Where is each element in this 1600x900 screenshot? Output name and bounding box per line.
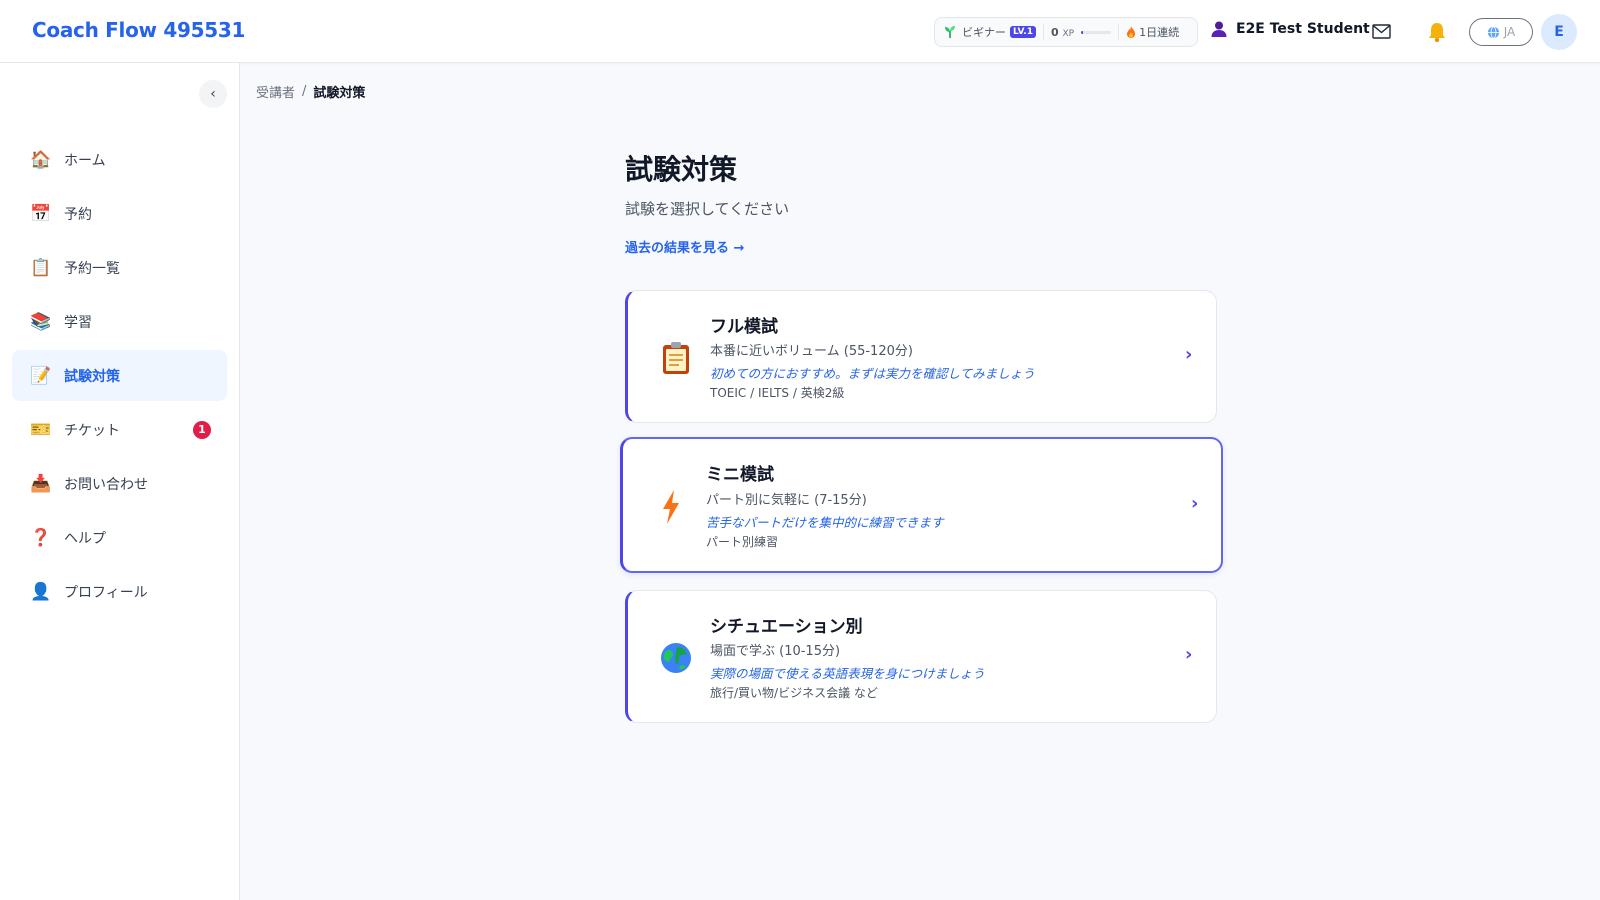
sidebar-item-4[interactable]: 📝 試験対策 [12,350,227,401]
sidebar-item-label: 学習 [64,314,92,331]
lightning-icon [654,490,688,524]
books-icon: 📚 [30,311,52,332]
notification-badge: 1 [193,420,211,439]
bell-icon[interactable] [1426,21,1448,43]
language-switcher[interactable]: JA [1469,18,1533,46]
clipboard-icon [659,341,693,375]
stats-divider [1118,24,1120,40]
sidebar-item-5[interactable]: 🎫 チケット 1 [12,404,227,455]
card-tags: パート別練習 [706,535,779,549]
stats-divider [1042,24,1044,40]
streak-counter: 1日連続 [1126,24,1179,40]
calendar-icon: 📅 [30,203,52,224]
breadcrumb-separator: / [302,84,307,99]
card-description: パート別に気軽に (7-15分) [706,493,867,508]
xp-value: 0 XP [1050,25,1075,39]
ticket-icon: 🎫 [30,419,52,440]
sidebar-item-3[interactable]: 📚 学習 [12,296,227,347]
avatar[interactable]: E [1541,14,1577,50]
language-code: JA [1503,25,1516,39]
mail-icon[interactable] [1372,24,1391,39]
level-badge: LV.1 [1010,26,1036,38]
memo-icon: 📝 [30,365,52,386]
person-icon: 👤 [30,581,52,602]
sidebar-item-0[interactable]: 🏠 ホーム [12,134,227,185]
card-description: 本番に近いボリューム (55-120分) [710,344,913,359]
flame-icon [1127,26,1136,38]
sidebar-item-label: ホーム [64,152,106,169]
sidebar-item-2[interactable]: 📋 予約一覧 [12,242,227,293]
rank-label: ビギナー [962,26,1006,39]
sidebar-item-8[interactable]: 👤 プロフィール [12,566,227,617]
sidebar-collapse-button[interactable]: ‹ [199,80,227,108]
chevron-right-icon: › [1185,644,1193,665]
inbox-icon: 📥 [30,473,52,494]
clipboard-icon: 📋 [30,257,52,278]
card-title: ミニ模試 [706,465,774,485]
sidebar-item-6[interactable]: 📥 お問い合わせ [12,458,227,509]
breadcrumb: 受講者 / 試験対策 [256,82,365,101]
globe-icon [1487,26,1499,38]
user-name: E2E Test Student [1236,21,1370,37]
past-results-link[interactable]: 過去の結果を見る → [625,237,744,256]
card-tags: 旅行/買い物/ビジネス会議 など [710,686,878,700]
sidebar: ‹ 🏠 ホーム 📅 予約 📋 予約一覧 📚 学習 📝 試験対策 🎫 チケット 1 📥 お問い合わせ ❓ ヘルプ 👤… [0,63,240,900]
chevron-right-icon: › [1185,344,1193,365]
user-menu[interactable]: E2E Test Student [1210,20,1370,38]
xp-progress-fill [1081,30,1083,34]
top-header: Coach Flow 495531 ビギナー LV.1 0 XP 1日連続 E2… [0,0,1600,63]
person-icon [1211,21,1227,37]
brand-logo[interactable]: Coach Flow 495531 [32,18,245,42]
exam-card-mini-mock[interactable]: ミニ模試 パート別に気軽に (7-15分) 苦手なパートだけを集中的に練習できま… [620,437,1223,573]
sidebar-item-label: ヘルプ [64,530,106,547]
chevron-right-icon: › [1191,493,1199,514]
exam-card-situation[interactable]: シチュエーション別 場面で学ぶ (10-15分) 実際の場面で使える英語表現を身… [625,590,1217,723]
card-note: 苦手なパートだけを集中的に練習できます [706,515,944,530]
exam-card-full-mock[interactable]: フル模試 本番に近いボリューム (55-120分) 初めての方におすすめ。まずは… [625,290,1217,423]
xp-progress-bar [1081,30,1112,34]
card-description: 場面で学ぶ (10-15分) [710,644,841,659]
card-title: シチュエーション別 [710,617,863,637]
sidebar-item-label: 試験対策 [64,368,120,385]
house-icon: 🏠 [30,149,52,170]
sidebar-item-1[interactable]: 📅 予約 [12,188,227,239]
card-title: フル模試 [710,317,778,337]
user-stats-pill[interactable]: ビギナー LV.1 0 XP 1日連続 [934,17,1198,47]
page-title: 試験対策 [625,153,738,186]
card-note: 実際の場面で使える英語表現を身につけましょう [710,666,985,681]
seedling-icon [945,26,955,38]
breadcrumb-current: 試験対策 [313,86,366,101]
sidebar-item-label: チケット [64,422,120,439]
sidebar-item-label: お問い合わせ [64,476,148,493]
sidebar-item-label: 予約 [64,206,92,223]
sidebar-item-label: プロフィール [64,584,148,601]
sidebar-item-label: 予約一覧 [64,260,120,277]
globe-icon [659,641,693,675]
sidebar-item-7[interactable]: ❓ ヘルプ [12,512,227,563]
breadcrumb-parent[interactable]: 受講者 [256,82,295,101]
page-subtitle: 試験を選択してください [625,200,790,218]
card-tags: TOEIC / IELTS / 英検2級 [710,386,845,400]
question-icon: ❓ [30,527,52,548]
card-note: 初めての方におすすめ。まずは実力を確認してみましょう [710,366,1035,381]
